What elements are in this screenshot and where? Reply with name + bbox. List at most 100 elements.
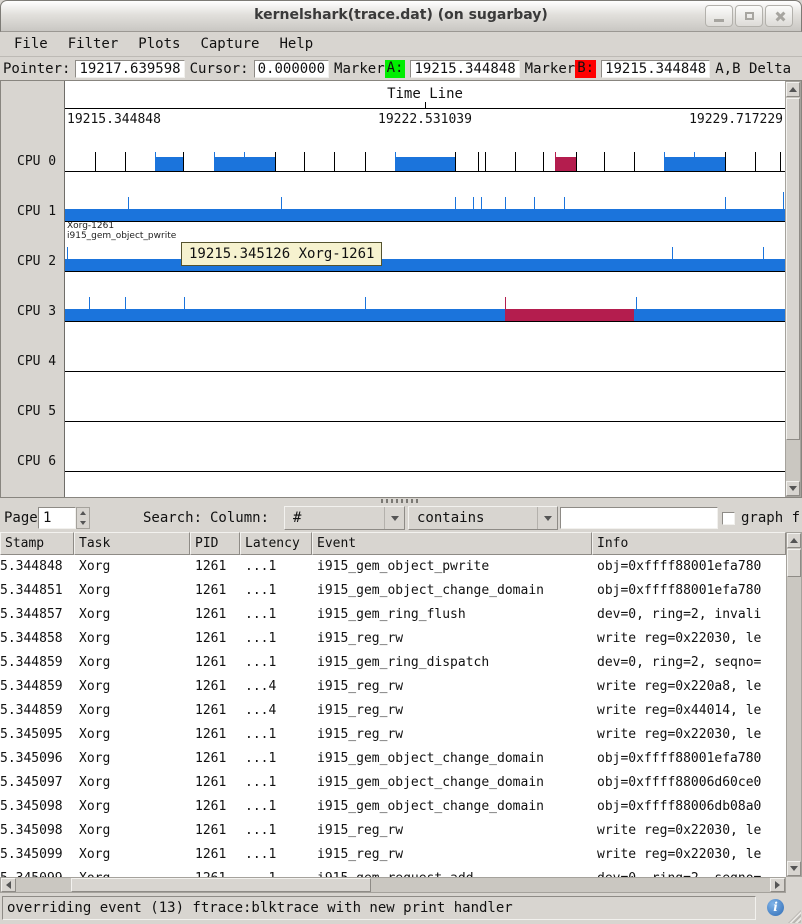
cell-info: obj=0xffff88006db08a0 [592,795,786,819]
event-tick [485,152,486,171]
table-row[interactable]: 5.345097Xorg1261...1i915_gem_object_chan… [0,771,786,795]
column-header-info[interactable]: Info [592,532,786,555]
window-title: kernelshark(trace.dat) (on sugarbay) [1,7,801,23]
column-header-latency[interactable]: Latency [240,532,312,555]
cpu-row-4[interactable] [65,332,785,372]
cell-stamp: 5.345098 [0,819,74,843]
scroll-up-button[interactable] [787,533,801,548]
page-label: Page [4,510,38,526]
column-header-task[interactable]: Task [74,532,190,555]
cell-stamp: 5.345096 [0,747,74,771]
hscroll-thumb[interactable] [71,878,371,892]
table-row[interactable]: 5.344859Xorg1261...4i915_reg_rwwrite reg… [0,675,786,699]
cpu-row-3[interactable] [65,282,785,322]
event-tick [281,197,282,221]
spinner-up-button[interactable] [77,508,89,518]
match-select[interactable]: contains [408,506,558,530]
menu-filter[interactable]: Filter [58,33,129,55]
table-row[interactable]: 5.344857Xorg1261...1i915_gem_ring_flushd… [0,603,786,627]
cell-event: i915_reg_rw [312,675,592,699]
cell-latency: ...1 [240,627,312,651]
cell-task: Xorg [74,795,190,819]
minimize-button[interactable] [705,5,733,27]
table-horizontal-scrollbar[interactable] [0,877,786,893]
menu-file[interactable]: File [4,33,58,55]
menu-plots[interactable]: Plots [128,33,190,55]
page-spinner-buttons [76,507,90,529]
ab-delta-label: A,B Delta [715,61,791,77]
scroll-left-button[interactable] [1,878,16,892]
table-row[interactable]: 5.345096Xorg1261...1i915_gem_object_chan… [0,747,786,771]
cell-event: i915_gem_ring_dispatch [312,651,592,675]
timeline-canvas[interactable]: Time Line 19215.344848 19222.531039 1922… [64,81,785,497]
cell-event: i915_reg_rw [312,723,592,747]
event-tick [725,197,726,221]
arrow-right-icon [775,881,780,889]
cell-task: Xorg [74,843,190,867]
column-header-stamp[interactable]: Stamp [0,532,74,555]
table-row[interactable]: 5.344859Xorg1261...1i915_gem_ring_dispat… [0,651,786,675]
cpu-label-5: CPU 5 [4,404,64,420]
cell-pid: 1261 [190,699,240,723]
table-vertical-scrollbar[interactable] [786,532,802,877]
page-spinner[interactable]: 1 [38,507,76,529]
cpu-row-6[interactable] [65,432,785,472]
search-input[interactable] [560,507,718,529]
cpu-row-5[interactable] [65,382,785,422]
column-select[interactable]: # [284,506,405,530]
table-scroll-thumb[interactable] [787,549,801,577]
table-row[interactable]: 5.345098Xorg1261...1i915_reg_rwwrite reg… [0,819,786,843]
table-row[interactable]: 5.344859Xorg1261...4i915_reg_rwwrite reg… [0,699,786,723]
cell-stamp: 5.344857 [0,603,74,627]
kernelshark-window: kernelshark(trace.dat) (on sugarbay) Fil… [0,0,802,924]
task-bar-segment [505,309,634,321]
table-row[interactable]: 5.344848Xorg1261...1i915_gem_object_pwri… [0,555,786,579]
page-value: 1 [43,510,51,526]
cpu-row-1[interactable] [65,182,785,222]
graph-scroll-thumb[interactable] [786,98,800,440]
cpu-row-0[interactable] [65,132,785,172]
cell-latency: ...4 [240,675,312,699]
table-row[interactable]: 5.345098Xorg1261...1i915_gem_object_chan… [0,795,786,819]
graph-follows-checkbox[interactable] [722,512,735,525]
task-bar [65,209,785,221]
column-header-event[interactable]: Event [312,532,592,555]
cell-info: obj=0xffff88001efa780 [592,555,786,579]
resize-grip[interactable] [788,910,801,923]
table-row[interactable]: 5.344851Xorg1261...1i915_gem_object_chan… [0,579,786,603]
table-row[interactable]: 5.344858Xorg1261...1i915_reg_rwwrite reg… [0,627,786,651]
menu-capture[interactable]: Capture [190,33,269,55]
scroll-down-button[interactable] [787,861,801,876]
cell-latency: ...1 [240,651,312,675]
scroll-up-button[interactable] [786,82,800,97]
info-icon[interactable]: i [767,899,784,916]
task-bar-segment [395,157,455,171]
cell-task: Xorg [74,651,190,675]
event-tick [543,152,544,171]
scroll-right-button[interactable] [770,878,785,892]
cell-event: i915_reg_rw [312,843,592,867]
spinner-down-button[interactable] [77,518,89,528]
table-row[interactable]: 5.345099Xorg1261...1i915_reg_rwwrite reg… [0,843,786,867]
close-button[interactable] [765,5,793,27]
cell-task: Xorg [74,603,190,627]
cell-event: i915_gem_ring_flush [312,603,592,627]
status-message: overriding event (13) ftrace:blktrace wi… [2,896,756,920]
arrow-up-icon [789,87,797,92]
cpu-label-3: CPU 3 [4,304,64,320]
cell-info: write reg=0x22030, le [592,819,786,843]
cell-pid: 1261 [190,555,240,579]
scroll-down-button[interactable] [786,481,800,496]
table-row[interactable]: 5.345095Xorg1261...1i915_reg_rwwrite reg… [0,723,786,747]
table-row[interactable]: 5.345099Xorg1261...1i915_gem_request_add… [0,867,786,877]
status-bar: overriding event (13) ftrace:blktrace wi… [0,893,802,924]
menu-help[interactable]: Help [269,33,323,55]
cell-latency: ...1 [240,771,312,795]
column-header-pid[interactable]: PID [190,532,240,555]
graph-vertical-scrollbar[interactable] [785,81,801,497]
event-tick [214,152,215,171]
maximize-button[interactable] [735,5,763,27]
marker-a-label: Marker [334,61,385,77]
task-bar-segment [555,157,576,171]
cell-task: Xorg [74,555,190,579]
